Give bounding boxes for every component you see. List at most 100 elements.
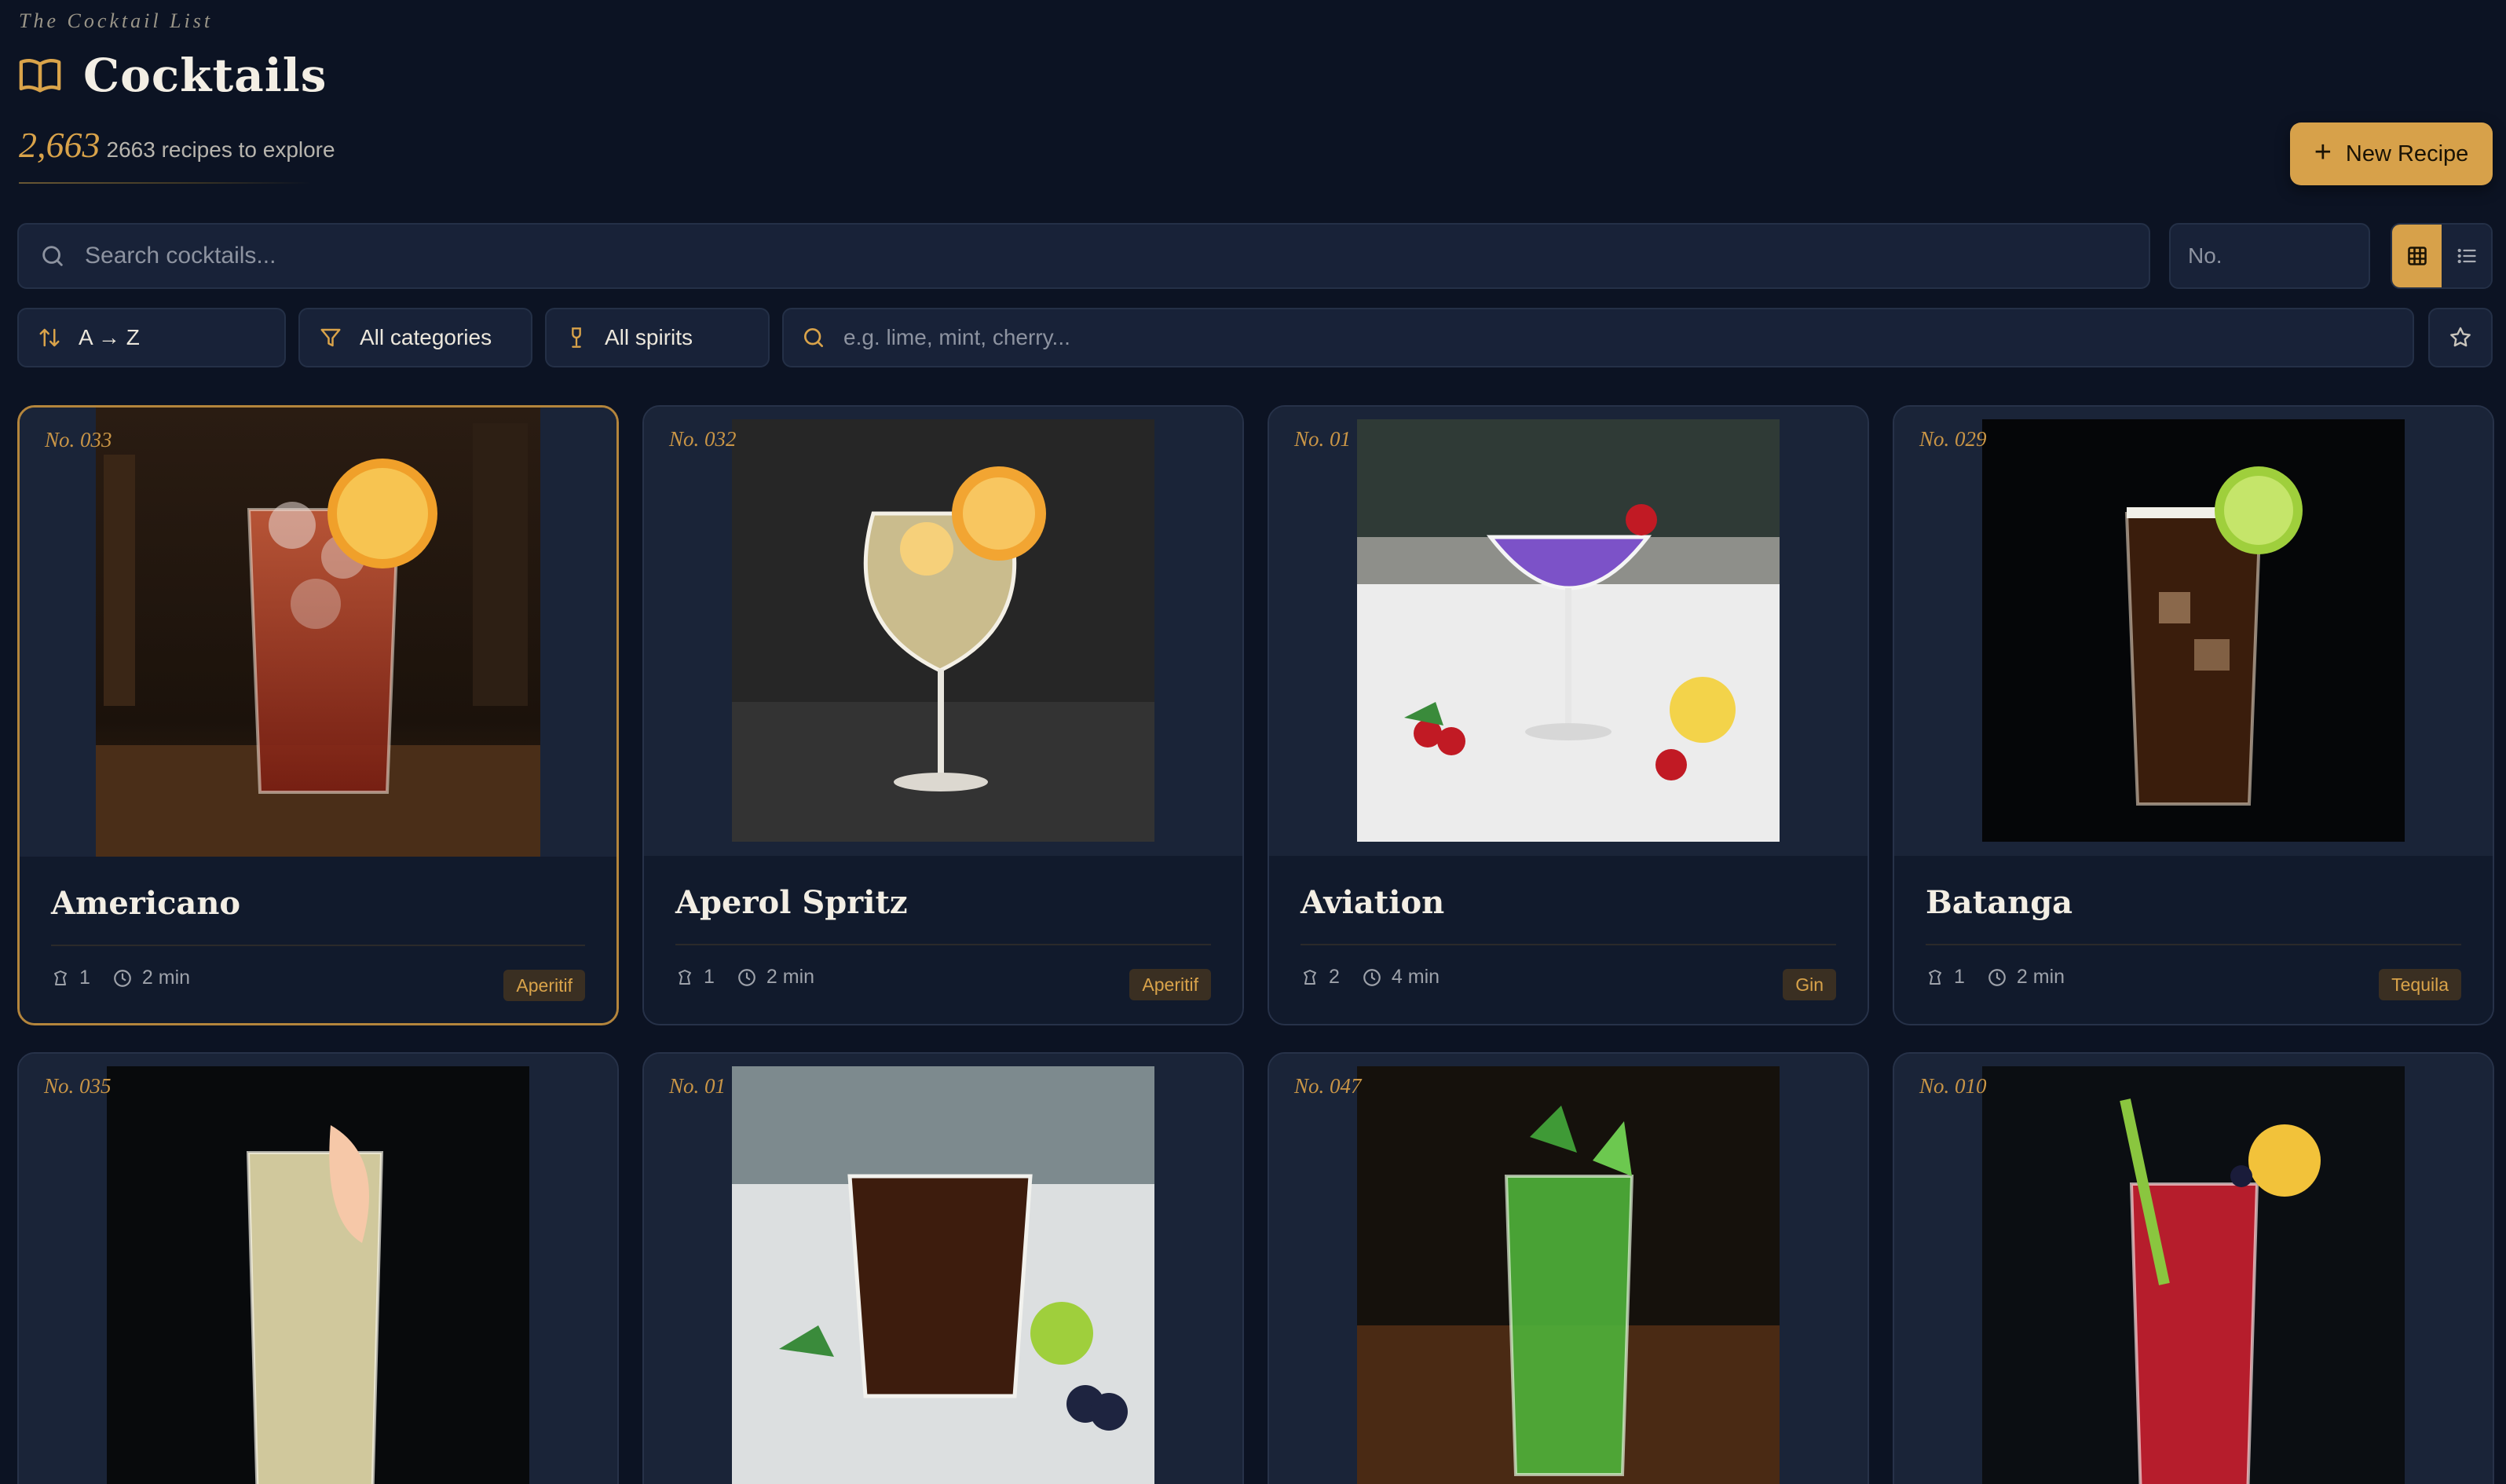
card-divider	[1926, 944, 2461, 945]
card-image-area	[644, 1054, 1242, 1484]
recipe-count-number: 2,663	[19, 125, 101, 165]
sort-select[interactable]: A → Z	[17, 308, 286, 367]
cocktail-card[interactable]: No. 01	[642, 1052, 1244, 1484]
card-meta: 1 2 min	[51, 967, 190, 989]
prep-time: 4 min	[1362, 966, 1440, 989]
card-image-area	[20, 408, 616, 857]
view-toggle	[2391, 223, 2493, 289]
clock-icon	[1987, 967, 2007, 988]
ingredient-search-input[interactable]: e.g. lime, mint, cherry...	[782, 308, 2414, 367]
spirit-label: All spirits	[605, 325, 693, 349]
spirit-select[interactable]: All spirits	[545, 308, 770, 367]
cocktail-card-batanga[interactable]: No. 029 Batanga 1 2 min Tequila	[1893, 405, 2494, 1025]
card-meta: 1 2 min	[675, 966, 814, 989]
card-body: Batanga 1 2 min Tequila	[1894, 856, 2493, 1024]
card-number: No. 029	[1919, 427, 1987, 451]
search-placeholder: Search cocktails...	[85, 243, 276, 269]
card-body: Aviation 2 4 min Gin	[1269, 856, 1868, 1024]
cocktail-card[interactable]: No. 047	[1268, 1052, 1869, 1484]
wine-glass-icon	[565, 327, 587, 349]
filter-icon	[319, 326, 342, 349]
category-tag: Tequila	[2379, 969, 2461, 1000]
cocktail-photo	[1357, 1066, 1780, 1484]
cocktail-photo	[107, 1066, 529, 1484]
category-select[interactable]: All categories	[298, 308, 532, 367]
glass-count: 1	[675, 966, 715, 989]
cocktail-photo	[1982, 419, 2405, 842]
card-meta: 1 2 min	[1926, 966, 2065, 989]
card-image-area	[1269, 407, 1868, 856]
cocktail-photo	[1982, 1066, 2405, 1484]
title-row: Cocktails	[17, 49, 327, 102]
page-title: Cocktails	[83, 49, 327, 102]
cocktail-app: The Cocktail List Cocktails 2,663 2663 r…	[0, 0, 2506, 1484]
card-number: No. 033	[45, 428, 112, 451]
ingredient-placeholder: e.g. lime, mint, cherry...	[843, 325, 1070, 349]
clock-icon	[1362, 967, 1382, 988]
card-image-area	[644, 407, 1242, 856]
glass-icon	[51, 969, 70, 988]
glass-icon	[675, 968, 694, 987]
card-divider	[51, 945, 585, 946]
card-body: Aperol Spritz 1 2 min Aperitif	[644, 856, 1242, 1024]
card-title: Aperol Spritz	[675, 884, 908, 921]
search-icon	[801, 325, 826, 350]
prep-time: 2 min	[1987, 966, 2065, 989]
grid-view-button[interactable]	[2392, 225, 2442, 287]
category-tag: Gin	[1783, 969, 1836, 1000]
category-label: All categories	[360, 325, 492, 349]
prep-time: 2 min	[112, 967, 190, 989]
card-number: No. 032	[669, 427, 737, 451]
number-placeholder: No.	[2188, 243, 2222, 268]
recipe-count-label: 2663 recipes to explore	[106, 137, 335, 162]
card-number: No. 01	[669, 1074, 726, 1098]
card-meta: 2 4 min	[1301, 966, 1440, 989]
card-number: No. 01	[1294, 427, 1352, 451]
cocktail-photo	[732, 1066, 1154, 1484]
clock-icon	[737, 967, 757, 988]
clock-icon	[112, 968, 133, 989]
sort-label: A → Z	[79, 325, 140, 349]
cocktail-photo	[1357, 419, 1780, 842]
card-image-area	[1894, 407, 2493, 856]
glass-count: 1	[1926, 966, 1965, 989]
card-body: Americano 1 2 min Aperitif	[20, 857, 616, 1023]
search-input[interactable]: Search cocktails...	[17, 223, 2150, 289]
card-number: No. 047	[1294, 1074, 1362, 1098]
search-icon	[39, 243, 66, 269]
cocktail-card-aviation[interactable]: No. 01 Aviation 2 4 min Gin	[1268, 405, 1869, 1025]
card-title: Aviation	[1301, 884, 1445, 921]
card-image-area	[19, 1054, 617, 1484]
cocktail-card-americano[interactable]: No. 033 Americano 1 2 min Aperitif	[17, 405, 619, 1025]
cocktail-card[interactable]: No. 010	[1893, 1052, 2494, 1484]
glass-icon	[1926, 968, 1944, 987]
card-image-area	[1269, 1054, 1868, 1484]
glass-count: 2	[1301, 966, 1340, 989]
card-divider	[675, 944, 1211, 945]
number-input[interactable]: No.	[2169, 223, 2370, 289]
star-icon	[2448, 325, 2473, 350]
list-view-button[interactable]	[2442, 225, 2491, 287]
card-number: No. 010	[1919, 1074, 1987, 1098]
book-icon	[17, 53, 63, 98]
cocktail-card[interactable]: No. 035	[17, 1052, 619, 1484]
grid-icon	[2406, 245, 2428, 267]
header-divider	[19, 182, 311, 184]
app-eyebrow: The Cocktail List	[19, 9, 214, 32]
sort-icon	[38, 326, 61, 349]
new-recipe-label: New Recipe	[2345, 141, 2469, 166]
category-tag: Aperitif	[503, 970, 585, 1001]
card-title: Batanga	[1926, 884, 2073, 921]
category-tag: Aperitif	[1129, 969, 1211, 1000]
card-image-area	[1894, 1054, 2493, 1484]
plus-icon: +	[2314, 136, 2332, 169]
prep-time: 2 min	[737, 966, 814, 989]
cocktail-photo	[732, 419, 1154, 842]
cocktail-photo	[96, 408, 540, 857]
cocktail-card-aperol-spritz[interactable]: No. 032 Aperol Spritz 1 2 min Aperitif	[642, 405, 1244, 1025]
favorites-button[interactable]	[2428, 308, 2493, 367]
recipe-count: 2,663 2663 recipes to explore	[19, 124, 335, 166]
new-recipe-button[interactable]: + New Recipe	[2290, 122, 2493, 185]
glass-count: 1	[51, 967, 90, 989]
card-divider	[1301, 944, 1836, 945]
